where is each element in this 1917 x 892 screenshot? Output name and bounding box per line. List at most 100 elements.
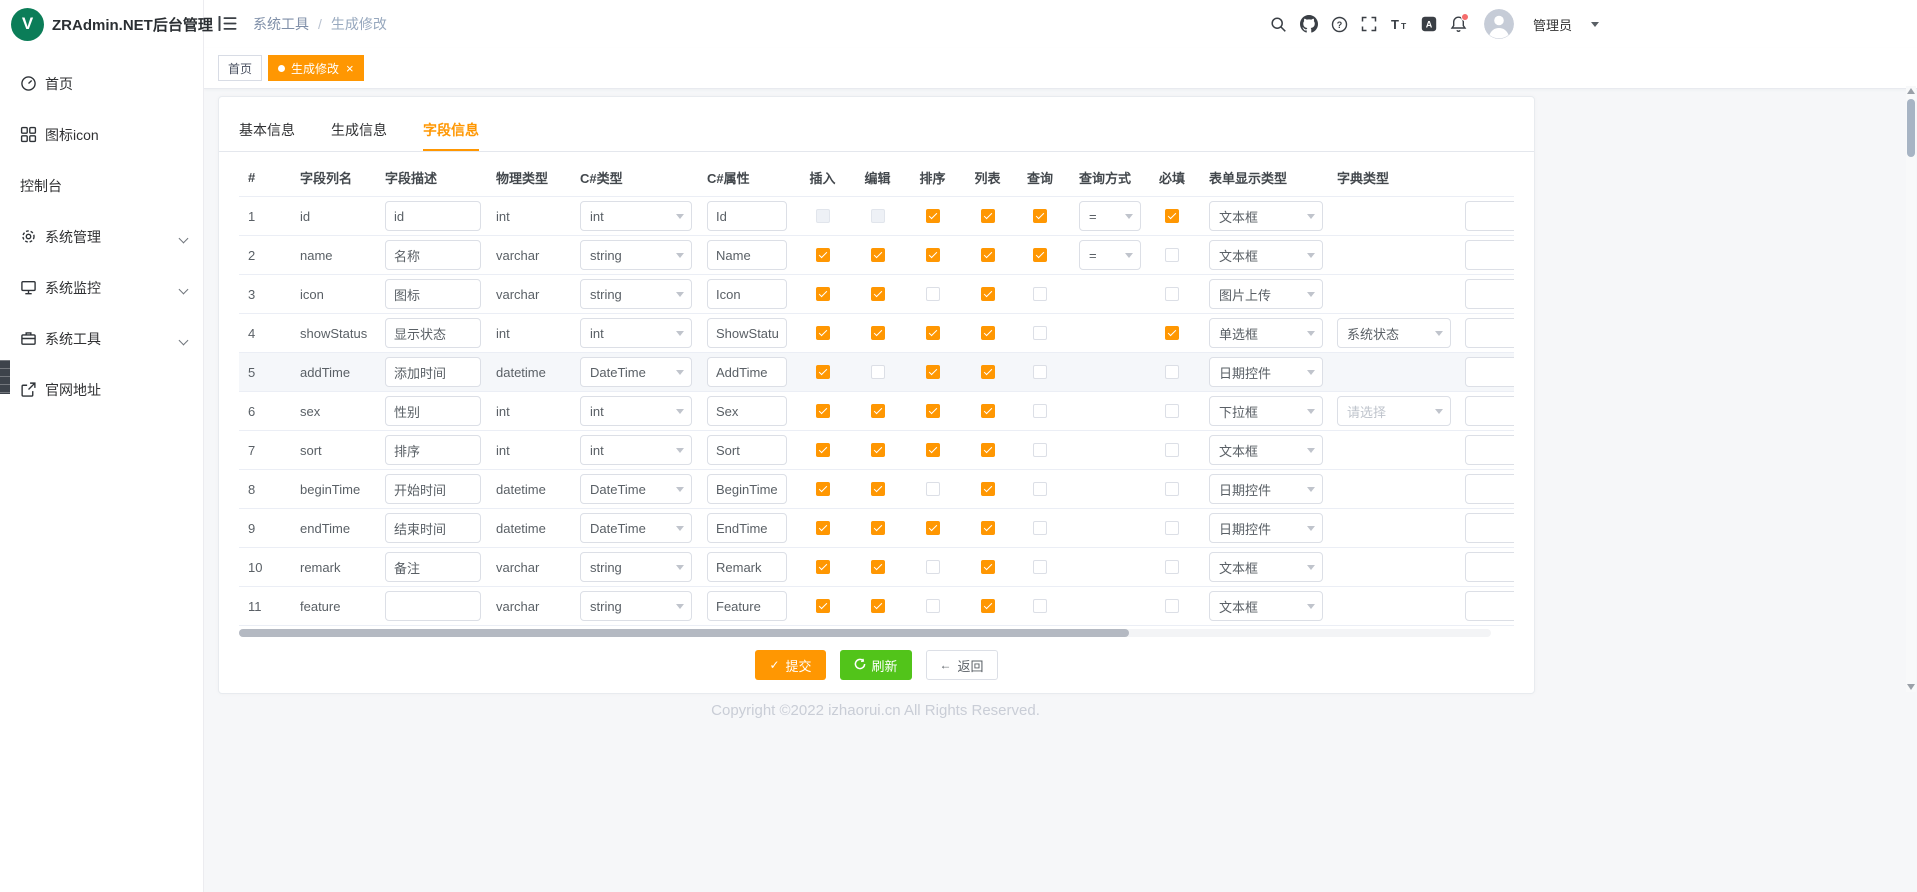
- checkbox[interactable]: [1033, 560, 1047, 574]
- select-control[interactable]: DateTime: [580, 357, 692, 387]
- field-description-input[interactable]: [385, 240, 481, 270]
- user-name[interactable]: 管理员: [1533, 15, 1572, 34]
- select-control[interactable]: 请选择: [1337, 396, 1451, 426]
- checkbox[interactable]: [816, 599, 830, 613]
- select-control[interactable]: DateTime: [580, 513, 692, 543]
- select-control[interactable]: =: [1079, 201, 1141, 231]
- sidebar-item-console[interactable]: 控制台: [0, 160, 203, 211]
- checkbox[interactable]: [926, 560, 940, 574]
- sidebar-item-official-site[interactable]: 官网地址: [0, 364, 203, 415]
- select-control[interactable]: string: [580, 240, 692, 270]
- horizontal-scrollbar[interactable]: [239, 629, 1491, 637]
- scroll-up-icon[interactable]: [1907, 88, 1915, 94]
- select-control[interactable]: 图片上传: [1209, 279, 1323, 309]
- checkbox[interactable]: [871, 599, 885, 613]
- checkbox[interactable]: [1165, 404, 1179, 418]
- checkbox[interactable]: [1165, 599, 1179, 613]
- select-control[interactable]: 文本框: [1209, 552, 1323, 582]
- csharp-property-input[interactable]: [707, 396, 787, 426]
- extra-input[interactable]: [1465, 396, 1514, 426]
- vertical-scrollbar-thumb[interactable]: [1907, 99, 1915, 157]
- checkbox[interactable]: [926, 248, 940, 262]
- select-control[interactable]: DateTime: [580, 474, 692, 504]
- checkbox[interactable]: [926, 326, 940, 340]
- checkbox[interactable]: [816, 443, 830, 457]
- select-control[interactable]: 单选框: [1209, 318, 1323, 348]
- close-icon[interactable]: ×: [346, 62, 354, 75]
- csharp-property-input[interactable]: [707, 279, 787, 309]
- select-control[interactable]: int: [580, 201, 692, 231]
- sidebar-item-system-monitor[interactable]: 系统监控: [0, 262, 203, 313]
- extra-input[interactable]: [1465, 474, 1514, 504]
- extra-input[interactable]: [1465, 552, 1514, 582]
- checkbox[interactable]: [981, 482, 995, 496]
- checkbox[interactable]: [871, 482, 885, 496]
- checkbox[interactable]: [981, 404, 995, 418]
- extra-input[interactable]: [1465, 591, 1514, 621]
- checkbox[interactable]: [871, 287, 885, 301]
- checkbox[interactable]: [1165, 521, 1179, 535]
- checkbox[interactable]: [871, 521, 885, 535]
- checkbox[interactable]: [1033, 209, 1047, 223]
- sidebar-item-system-tools[interactable]: 系统工具: [0, 313, 203, 364]
- select-control[interactable]: 日期控件: [1209, 513, 1323, 543]
- checkbox[interactable]: [871, 326, 885, 340]
- csharp-property-input[interactable]: [707, 357, 787, 387]
- checkbox[interactable]: [816, 365, 830, 379]
- extra-input[interactable]: [1465, 357, 1514, 387]
- checkbox[interactable]: [1165, 248, 1179, 262]
- tag-active-page[interactable]: 生成修改 ×: [268, 55, 364, 81]
- select-control[interactable]: 日期控件: [1209, 474, 1323, 504]
- avatar[interactable]: [1484, 9, 1514, 39]
- checkbox[interactable]: [871, 443, 885, 457]
- sidebar-collapse-icon[interactable]: [218, 15, 237, 32]
- checkbox[interactable]: [1033, 248, 1047, 262]
- csharp-property-input[interactable]: [707, 591, 787, 621]
- search-icon[interactable]: [1270, 16, 1287, 33]
- extra-input[interactable]: [1465, 435, 1514, 465]
- tag-home[interactable]: 首页: [218, 55, 262, 81]
- sidebar-item-system-management[interactable]: 系统管理: [0, 211, 203, 262]
- select-control[interactable]: 文本框: [1209, 240, 1323, 270]
- breadcrumb-parent[interactable]: 系统工具: [253, 14, 309, 34]
- chevron-down-icon[interactable]: [1591, 22, 1599, 27]
- translate-icon[interactable]: A: [1421, 16, 1437, 32]
- checkbox[interactable]: [1165, 326, 1179, 340]
- settings-drawer-handle[interactable]: [0, 352, 10, 402]
- tab-field-info[interactable]: 字段信息: [423, 111, 479, 151]
- checkbox[interactable]: [981, 326, 995, 340]
- select-control[interactable]: int: [580, 396, 692, 426]
- checkbox[interactable]: [926, 482, 940, 496]
- field-description-input[interactable]: [385, 552, 481, 582]
- select-control[interactable]: int: [580, 318, 692, 348]
- checkbox[interactable]: [981, 209, 995, 223]
- checkbox[interactable]: [1165, 365, 1179, 379]
- checkbox[interactable]: [926, 443, 940, 457]
- extra-input[interactable]: [1465, 240, 1514, 270]
- checkbox[interactable]: [926, 365, 940, 379]
- checkbox[interactable]: [926, 209, 940, 223]
- select-control[interactable]: string: [580, 591, 692, 621]
- field-description-input[interactable]: [385, 357, 481, 387]
- checkbox[interactable]: [981, 521, 995, 535]
- field-description-input[interactable]: [385, 435, 481, 465]
- checkbox[interactable]: [1033, 443, 1047, 457]
- field-description-input[interactable]: [385, 396, 481, 426]
- select-control[interactable]: 系统状态: [1337, 318, 1451, 348]
- checkbox[interactable]: [871, 248, 885, 262]
- help-icon[interactable]: ?: [1331, 16, 1348, 33]
- csharp-property-input[interactable]: [707, 552, 787, 582]
- field-description-input[interactable]: [385, 318, 481, 348]
- csharp-property-input[interactable]: [707, 201, 787, 231]
- csharp-property-input[interactable]: [707, 240, 787, 270]
- select-control[interactable]: 文本框: [1209, 591, 1323, 621]
- select-control[interactable]: 日期控件: [1209, 357, 1323, 387]
- checkbox[interactable]: [1033, 404, 1047, 418]
- csharp-property-input[interactable]: [707, 474, 787, 504]
- checkbox[interactable]: [1033, 287, 1047, 301]
- checkbox[interactable]: [1033, 599, 1047, 613]
- checkbox[interactable]: [816, 404, 830, 418]
- checkbox[interactable]: [816, 326, 830, 340]
- checkbox[interactable]: [981, 599, 995, 613]
- csharp-property-input[interactable]: [707, 513, 787, 543]
